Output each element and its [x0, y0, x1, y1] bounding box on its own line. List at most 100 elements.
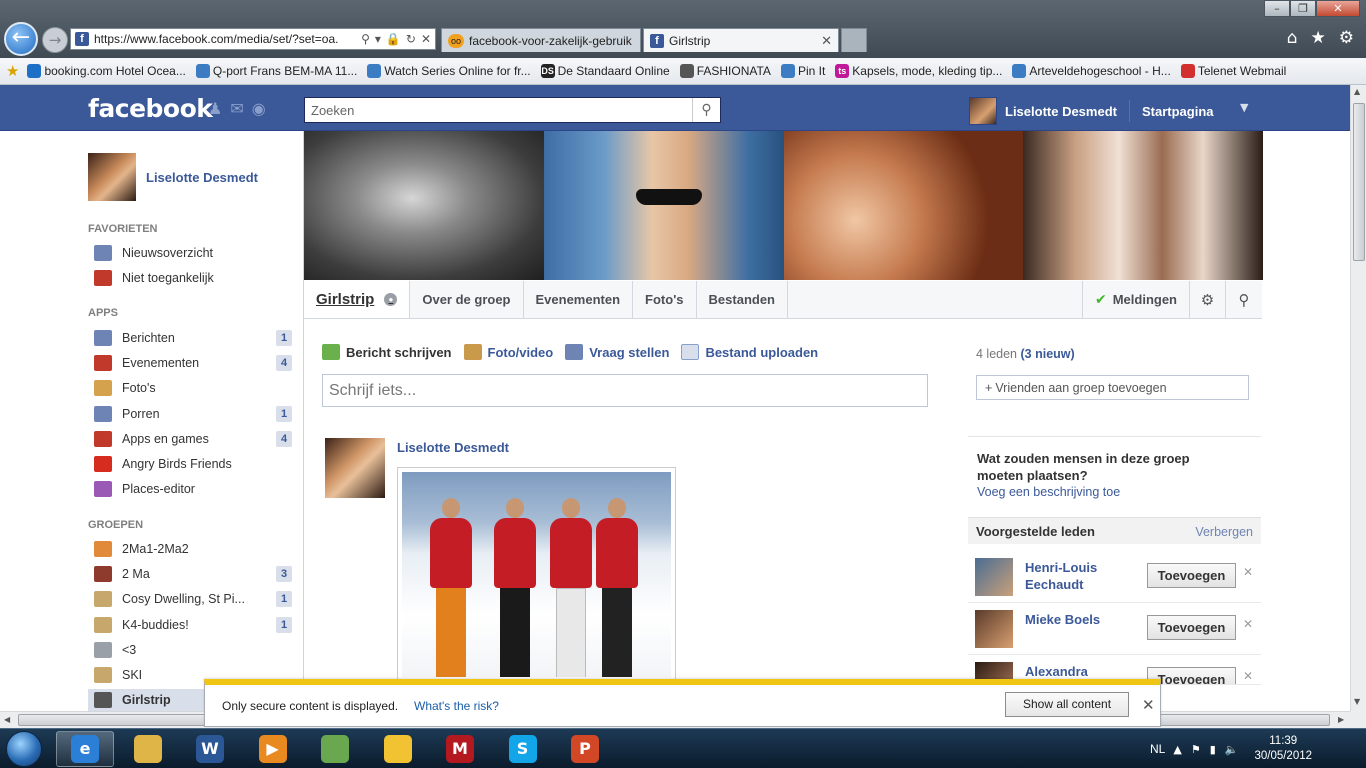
sidebar-item-group-2[interactable]: Cosy Dwelling, St Pi... 1 — [94, 588, 292, 610]
sidebar-item-app-5[interactable]: Angry Birds Friends — [94, 453, 292, 475]
avatar[interactable] — [88, 153, 136, 201]
favorite-link[interactable]: ts Kapsels, mode, kleding tip... — [835, 64, 1002, 78]
search-input[interactable] — [305, 98, 692, 122]
close-tab-icon[interactable]: ✕ — [821, 33, 832, 49]
member-count-label[interactable]: 4 leden — [976, 347, 1017, 361]
member-name-link[interactable]: Alexandra — [1025, 663, 1125, 680]
show-all-content-button[interactable]: Show all content — [1005, 692, 1129, 717]
new-members-link[interactable]: (3 nieuw) — [1021, 347, 1075, 361]
tab-photos[interactable]: Foto's — [633, 281, 697, 318]
group-title[interactable]: Girlstrip ● — [304, 281, 411, 318]
favorite-link[interactable]: Watch Series Online for fr... — [367, 64, 531, 78]
new-tab-button[interactable] — [841, 28, 867, 52]
favorite-link[interactable]: FASHIONATA — [679, 64, 771, 78]
favorite-link[interactable]: Q-port Frans BEM-MA 11... — [195, 64, 357, 78]
taskbar-app-button[interactable]: P — [556, 731, 614, 767]
sidebar-item-fav-0[interactable]: Nieuwsoverzicht — [94, 242, 292, 264]
post-photo[interactable] — [397, 467, 676, 682]
search-icon[interactable]: ⚲ — [1226, 281, 1262, 318]
scroll-left-icon[interactable]: ◀ — [4, 715, 10, 724]
profile-name[interactable]: Liselotte Desmedt — [146, 170, 258, 185]
tab-about[interactable]: Over de groep — [410, 281, 524, 318]
account-menu-arrow-icon[interactable]: ▼ — [1240, 101, 1248, 114]
add-member-button[interactable]: Toevoegen — [1147, 563, 1236, 588]
dismiss-icon[interactable]: ✕ — [1243, 669, 1253, 683]
url-text[interactable]: https://www.facebook.com/media/set/?set=… — [94, 32, 356, 46]
scrollbar-thumb[interactable] — [1353, 103, 1365, 261]
taskbar-app-button[interactable]: ▶ — [244, 731, 302, 767]
dismiss-icon[interactable]: ✕ — [1243, 617, 1253, 631]
favorites-star-icon[interactable]: ★ — [6, 62, 19, 80]
sidebar-item-app-6[interactable]: Places-editor — [94, 478, 292, 500]
home-icon[interactable]: ⌂ — [1287, 28, 1298, 48]
cover-photo[interactable] — [1023, 131, 1263, 280]
photo-video-button[interactable]: Foto/video — [463, 344, 553, 360]
taskbar-app-button[interactable]: S — [494, 731, 552, 767]
stop-icon[interactable]: ✕ — [421, 32, 431, 46]
language-indicator[interactable]: NL — [1150, 742, 1165, 756]
avatar[interactable] — [975, 558, 1013, 596]
add-member-button[interactable]: Toevoegen — [1147, 615, 1236, 640]
add-description-link[interactable]: Voeg een beschrijving toe — [977, 485, 1120, 499]
favorite-link[interactable]: booking.com Hotel Ocea... — [27, 64, 186, 78]
taskbar-app-button[interactable] — [306, 731, 364, 767]
avatar[interactable] — [325, 438, 385, 498]
sidebar-item-group-3[interactable]: K4-buddies! 1 — [94, 614, 292, 636]
avatar[interactable] — [969, 97, 997, 125]
sidebar-item-app-0[interactable]: Berichten 1 — [94, 327, 292, 349]
sidebar-item-group-1[interactable]: 2 Ma 3 — [94, 563, 292, 585]
member-name-link[interactable]: Mieke Boels — [1025, 611, 1125, 628]
upload-file-button[interactable]: Bestand uploaden — [681, 344, 818, 360]
friend-requests-icon[interactable]: ♟ — [208, 99, 222, 118]
search-icon[interactable]: ⚲ — [361, 32, 370, 46]
ask-question-button[interactable]: Vraag stellen — [565, 344, 669, 360]
dropdown-arrow-icon[interactable]: ▾ — [375, 32, 381, 46]
start-button[interactable] — [6, 731, 42, 767]
sidebar-profile[interactable]: Liselotte Desmedt — [88, 153, 258, 201]
post-author[interactable]: Liselotte Desmedt — [397, 440, 509, 455]
sidebar-item-group-0[interactable]: 2Ma1-2Ma2 — [94, 538, 292, 560]
network-signal-icon[interactable]: ▮ — [1210, 743, 1216, 756]
composer-input[interactable] — [322, 374, 928, 407]
settings-gear-icon[interactable]: ⚙ — [1339, 28, 1354, 48]
member-name-link[interactable]: Henri-Louis Eechaudt — [1025, 559, 1125, 593]
risk-link[interactable]: What's the risk? — [414, 699, 499, 713]
tab-files[interactable]: Bestanden — [697, 281, 788, 318]
lock-icon[interactable]: 🔒 — [386, 32, 401, 46]
sidebar-item-app-3[interactable]: Porren 1 — [94, 403, 292, 425]
add-friends-input[interactable]: + Vrienden aan groep toevoegen — [976, 375, 1249, 400]
taskbar-app-button[interactable] — [119, 731, 177, 767]
dismiss-icon[interactable]: ✕ — [1243, 565, 1253, 579]
address-bar[interactable]: f https://www.facebook.com/media/set/?se… — [70, 28, 436, 50]
user-name-link[interactable]: Liselotte Desmedt — [1005, 104, 1117, 119]
scroll-up-icon[interactable]: ▲ — [1354, 87, 1360, 96]
scroll-down-icon[interactable]: ▼ — [1354, 697, 1360, 706]
cover-photo[interactable] — [543, 131, 784, 280]
action-center-flag-icon[interactable]: ⚑ — [1191, 743, 1201, 756]
sidebar-item-app-4[interactable]: Apps en games 4 — [94, 428, 292, 450]
facebook-logo[interactable]: facebook — [88, 94, 213, 123]
home-link[interactable]: Startpagina — [1142, 104, 1214, 119]
show-hidden-icons-icon[interactable]: ▲ — [1173, 743, 1181, 756]
forward-button[interactable]: → — [42, 27, 68, 53]
taskbar-app-button[interactable]: e — [56, 731, 114, 767]
cover-photo[interactable] — [783, 131, 1024, 280]
cover-photo[interactable] — [304, 131, 544, 280]
taskbar-app-button[interactable]: M — [431, 731, 489, 767]
favorite-link[interactable]: Telenet Webmail — [1180, 64, 1286, 78]
write-post-button[interactable]: Bericht schrijven — [322, 344, 452, 360]
favorite-link[interactable]: Pin It — [780, 64, 825, 78]
back-button[interactable]: ← — [4, 22, 38, 56]
close-window-button[interactable]: ✕ — [1316, 0, 1360, 17]
favorites-star-icon[interactable]: ★ — [1311, 28, 1326, 48]
minimize-button[interactable]: – — [1264, 0, 1290, 17]
taskbar-app-button[interactable]: W — [181, 731, 239, 767]
close-icon[interactable]: ✕ — [1142, 696, 1155, 714]
favorite-link[interactable]: Arteveldehogeschool - H... — [1012, 64, 1171, 78]
sidebar-item-fav-1[interactable]: Niet toegankelijk — [94, 267, 292, 289]
volume-icon[interactable]: 🔈 — [1225, 743, 1239, 756]
favorite-link[interactable]: DS De Standaard Online — [540, 64, 670, 78]
refresh-icon[interactable]: ↻ — [406, 32, 416, 46]
scroll-right-icon[interactable]: ▶ — [1338, 715, 1344, 724]
tab-facebook-voor-zakelijk-gebruik[interactable]: oo facebook-voor-zakelijk-gebruik — [441, 28, 641, 52]
